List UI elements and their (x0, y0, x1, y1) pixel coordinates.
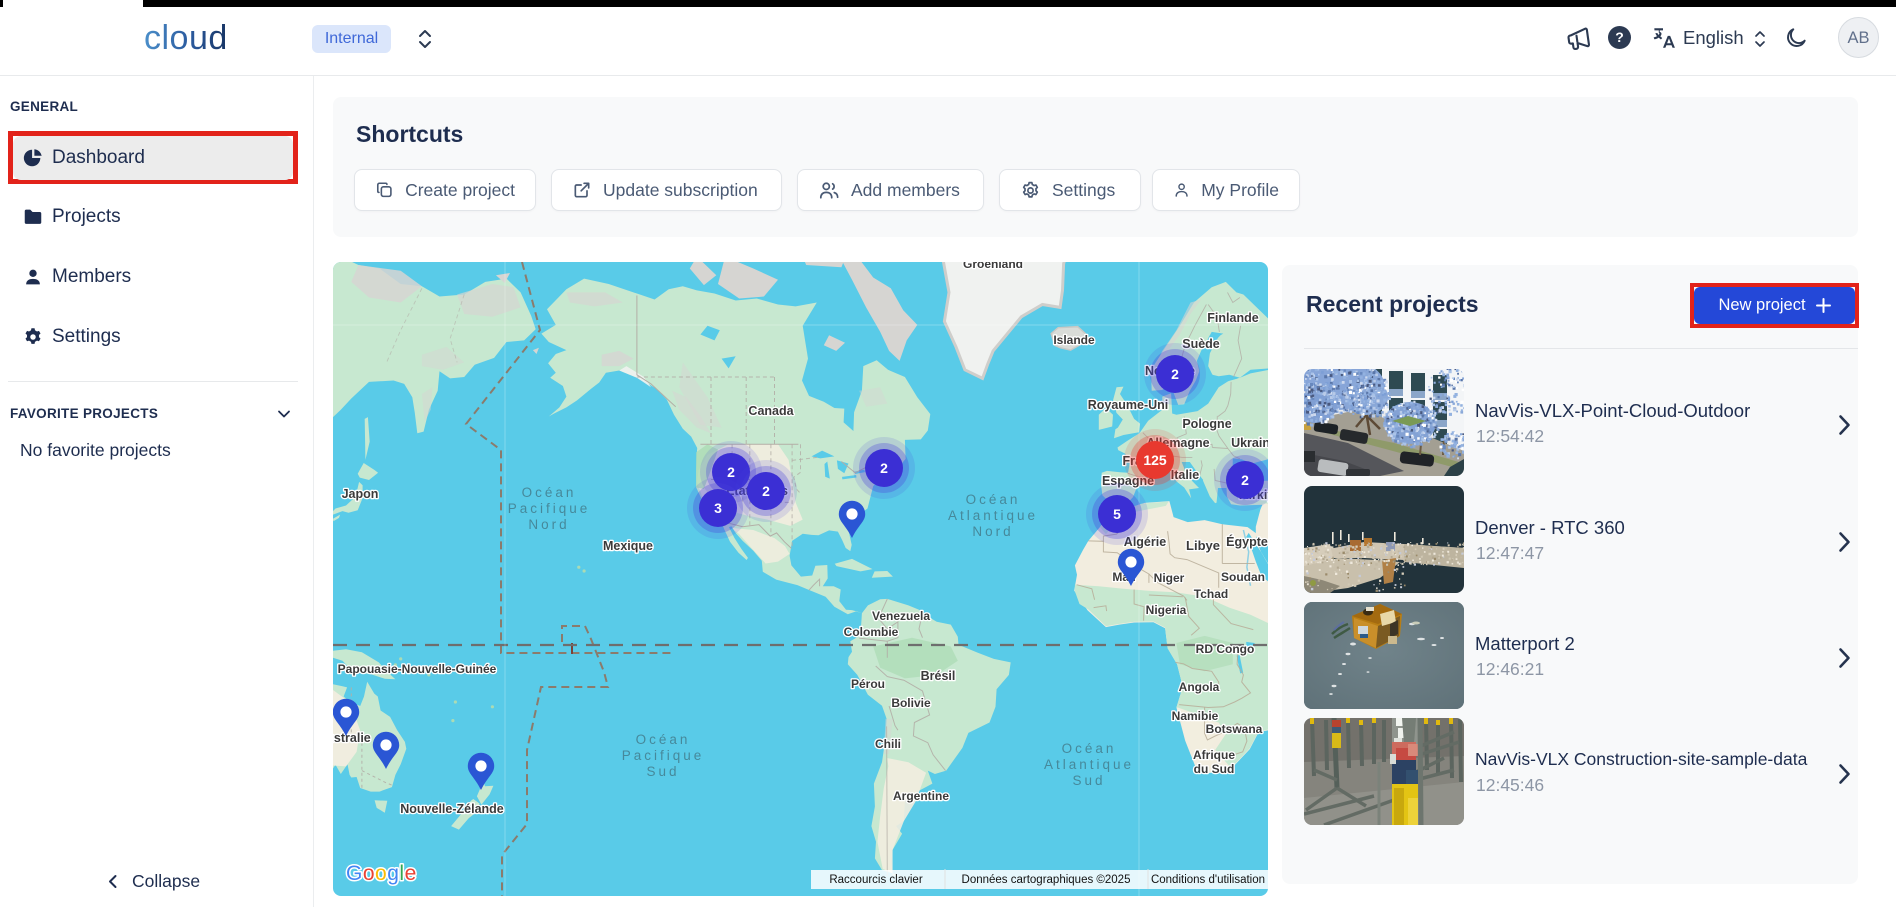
svg-text:Nouvelle-Zélande: Nouvelle-Zélande (400, 802, 504, 816)
svg-text:Groenland: Groenland (963, 262, 1023, 271)
svg-text:RD Congo: RD Congo (1196, 642, 1255, 656)
svg-text:Raccourcis clavier: Raccourcis clavier (829, 874, 922, 886)
svg-text:Google: Google (346, 862, 417, 885)
svg-text:Sud: Sud (1072, 773, 1105, 788)
svg-text:Tchad: Tchad (1194, 587, 1228, 601)
svg-text:2: 2 (1171, 366, 1179, 382)
svg-text:Océan: Océan (522, 485, 577, 500)
svg-text:Océan: Océan (966, 492, 1021, 507)
svg-text:Niger: Niger (1154, 571, 1185, 585)
svg-text:Pacifique: Pacifique (508, 501, 591, 516)
svg-text:Papouasie-Nouvelle-Guinée: Papouasie-Nouvelle-Guinée (338, 662, 497, 676)
svg-text:Atlantique: Atlantique (948, 508, 1038, 523)
svg-text:125: 125 (1143, 452, 1167, 468)
svg-text:Ukraine: Ukraine (1231, 436, 1268, 450)
svg-text:Pologne: Pologne (1182, 417, 1231, 431)
svg-text:5: 5 (1113, 506, 1121, 522)
svg-text:Océan: Océan (1062, 741, 1117, 756)
svg-text:Afrique: Afrique (1193, 748, 1235, 762)
svg-text:Argentine: Argentine (893, 789, 949, 803)
svg-text:Nigeria: Nigeria (1146, 603, 1187, 617)
svg-text:Soudan: Soudan (1221, 570, 1265, 584)
svg-text:Nord: Nord (972, 524, 1013, 539)
svg-text:Libye: Libye (1186, 538, 1220, 553)
svg-text:Pacifique: Pacifique (622, 748, 705, 763)
svg-text:Botswana: Botswana (1206, 722, 1263, 736)
svg-text:2: 2 (727, 464, 735, 480)
svg-text:2: 2 (880, 460, 888, 476)
svg-text:Australie: Australie (333, 731, 371, 745)
svg-text:Océan: Océan (636, 732, 691, 747)
svg-text:Finlande: Finlande (1207, 311, 1258, 325)
svg-text:Colombie: Colombie (844, 625, 899, 639)
svg-text:Venezuela: Venezuela (872, 609, 930, 623)
svg-text:Brésil: Brésil (921, 669, 956, 683)
svg-text:Conditions d'utilisation: Conditions d'utilisation (1151, 874, 1265, 886)
svg-text:Chili: Chili (875, 737, 901, 751)
svg-text:Angola: Angola (1179, 680, 1220, 694)
svg-text:3: 3 (714, 500, 722, 516)
svg-text:du Sud: du Sud (1194, 762, 1235, 776)
svg-text:Bolivie: Bolivie (891, 696, 931, 710)
svg-text:Données cartographiques ©2025: Données cartographiques ©2025 (962, 874, 1131, 886)
svg-text:Sud: Sud (646, 764, 679, 779)
svg-text:Mexique: Mexique (603, 539, 653, 553)
svg-text:Japon: Japon (342, 487, 379, 501)
svg-text:Nord: Nord (528, 517, 569, 532)
svg-text:Royaume-Uni: Royaume-Uni (1088, 398, 1169, 412)
svg-text:Namibie: Namibie (1172, 709, 1219, 723)
svg-text:Canada: Canada (748, 404, 794, 418)
svg-text:Islande: Islande (1053, 333, 1095, 347)
svg-text:2: 2 (762, 483, 770, 499)
svg-text:Égypte: Égypte (1226, 534, 1268, 549)
svg-text:Atlantique: Atlantique (1044, 757, 1134, 772)
svg-text:2: 2 (1241, 472, 1249, 488)
svg-text:Pérou: Pérou (851, 677, 885, 691)
